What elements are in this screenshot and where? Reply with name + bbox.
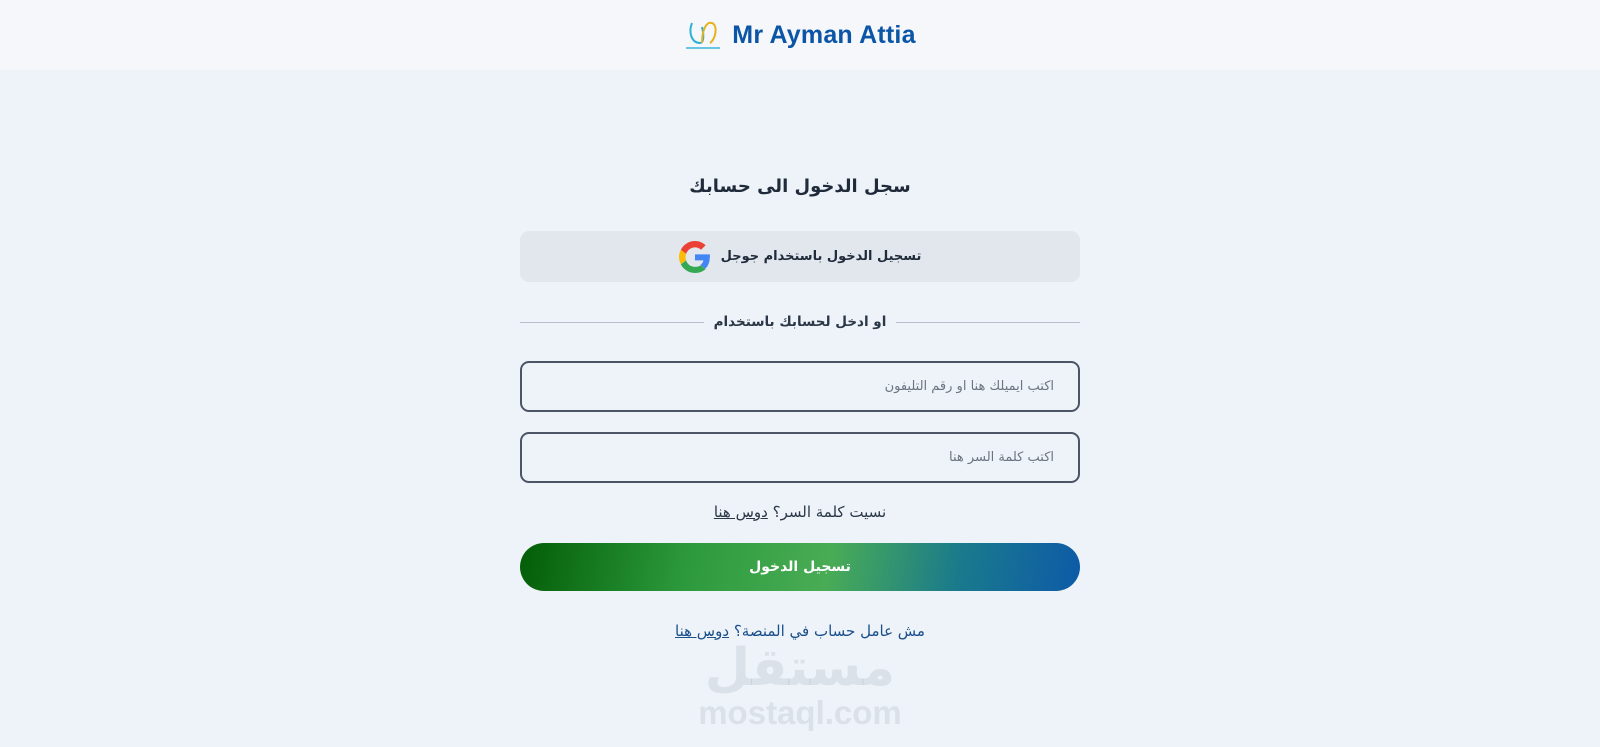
forgot-password-link[interactable]: دوس هنا [714, 503, 768, 521]
page-title: سجل الدخول الى حسابك [689, 176, 911, 197]
or-divider: او ادخل لحسابك باستخدام [520, 310, 1080, 334]
forgot-password-text: نسيت كلمة السر؟ [772, 503, 887, 521]
google-icon [678, 240, 710, 273]
google-login-button[interactable]: تسجيل الدخول باستخدام جوجل [520, 231, 1080, 282]
brand[interactable]: Mr Ayman Attia [684, 15, 915, 55]
watermark-arabic: مستقل [704, 638, 896, 698]
watermark: مستقل mostaql.com [690, 640, 910, 740]
divider-text: او ادخل لحسابك باستخدام [713, 314, 887, 330]
signup-link[interactable]: دوس هنا [675, 622, 729, 640]
site-header: Mr Ayman Attia [0, 0, 1600, 70]
signup-row: مش عامل حساب في المنصة؟ دوس هنا [0, 622, 1600, 640]
teacher-logo-icon [686, 21, 721, 49]
brand-name: Mr Ayman Attia [732, 20, 916, 49]
forgot-password-row: نسيت كلمة السر؟ دوس هنا [0, 503, 1600, 521]
signup-text: مش عامل حساب في المنصة؟ [733, 622, 925, 640]
password-field[interactable] [520, 432, 1080, 483]
divider-line [896, 321, 1080, 323]
google-login-label: تسجيل الدخول باستخدام جوجل [720, 249, 922, 264]
email-field[interactable] [520, 361, 1080, 412]
login-button[interactable]: تسجيل الدخول [520, 543, 1080, 591]
watermark-latin: mostaql.com [698, 694, 902, 731]
divider-line [520, 321, 704, 323]
